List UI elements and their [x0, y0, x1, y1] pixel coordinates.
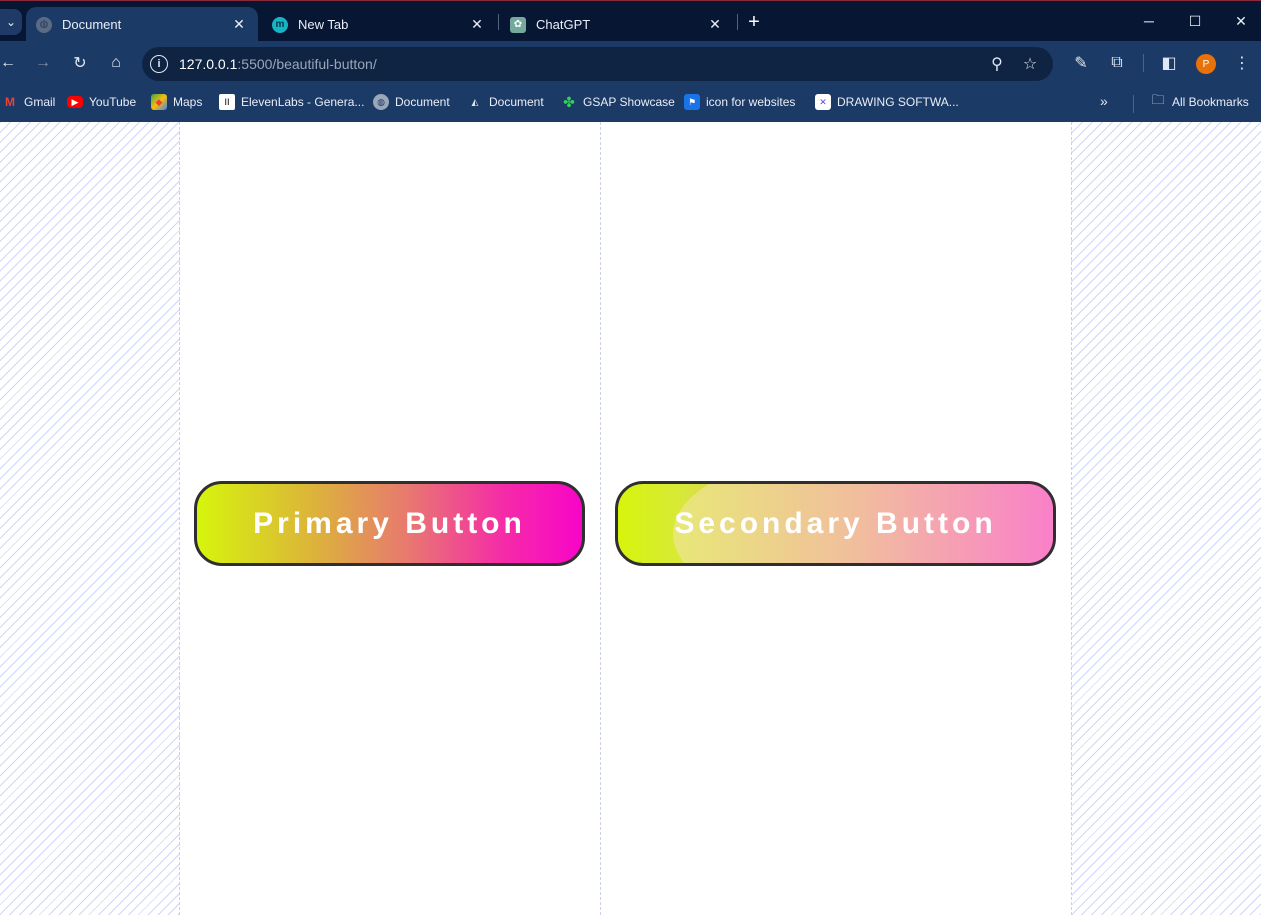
- tab-separator: [737, 14, 738, 30]
- bookmark-document-2[interactable]: ◭ Document: [467, 93, 544, 111]
- primary-button-label: Primary Button: [253, 506, 526, 540]
- close-icon[interactable]: ✕: [230, 16, 248, 34]
- folder-icon: 🗀: [1151, 92, 1165, 107]
- hatched-margin-right: [1071, 122, 1261, 915]
- tab-chatgpt[interactable]: ✿ ChatGPT ✕: [500, 7, 734, 42]
- gmail-icon: M: [5, 95, 15, 109]
- bookmark-icon-for-websites[interactable]: ⚑ icon for websites: [684, 93, 795, 111]
- url-host: 127.0.0.1: [179, 56, 238, 72]
- bookmark-star-icon[interactable]: ☆: [1020, 54, 1040, 74]
- tab-search-button[interactable]: ⌄: [0, 9, 22, 35]
- address-bar[interactable]: i 127.0.0.1:5500/beautiful-button/ ⚲ ☆: [142, 47, 1053, 81]
- bookmark-maps[interactable]: ◆ Maps: [151, 93, 202, 111]
- bookmark-label: Document: [395, 95, 450, 109]
- bookmark-label: icon for websites: [706, 95, 796, 109]
- extensions-icon[interactable]: ⧉: [1105, 51, 1129, 75]
- all-bookmarks-label: All Bookmarks: [1172, 95, 1249, 109]
- new-tab-button[interactable]: +: [743, 11, 765, 33]
- tab-document[interactable]: ◍ Document ✕: [26, 7, 258, 42]
- bookmark-label: Document: [489, 95, 544, 109]
- bookmark-document-1[interactable]: ◍ Document: [373, 93, 450, 111]
- back-button[interactable]: ←: [0, 51, 20, 75]
- elevenlabs-icon: II: [219, 94, 235, 110]
- secondary-button[interactable]: Secondary Button: [615, 481, 1056, 566]
- profile-avatar[interactable]: P: [1196, 54, 1216, 74]
- globe-icon: ◍: [373, 94, 389, 110]
- eyedropper-icon[interactable]: ✎: [1069, 51, 1093, 75]
- drawing-icon: ✕: [815, 94, 831, 110]
- url-text[interactable]: 127.0.0.1:5500/beautiful-button/: [179, 56, 377, 72]
- maps-icon: ◆: [151, 94, 167, 110]
- bookmark-gmail[interactable]: M Gmail: [2, 93, 55, 111]
- bookmark-gsap[interactable]: ✤ GSAP Showcase: [561, 93, 675, 111]
- icon-site-icon: ⚑: [684, 94, 700, 110]
- hatched-margin-left: [0, 122, 180, 915]
- toolbar-divider: [1143, 54, 1144, 72]
- tab-new-tab[interactable]: m New Tab ✕: [262, 7, 496, 42]
- close-icon[interactable]: ✕: [468, 16, 486, 34]
- all-bookmarks-folder[interactable]: 🗀 All Bookmarks: [1150, 92, 1249, 111]
- center-guide-line: [600, 122, 601, 915]
- tab-label: Document: [62, 17, 122, 32]
- bookmark-label: GSAP Showcase: [583, 95, 675, 109]
- close-icon[interactable]: ✕: [706, 16, 724, 34]
- bookmark-youtube[interactable]: ▶ YouTube: [67, 93, 136, 111]
- zoom-icon[interactable]: ⚲: [987, 54, 1007, 74]
- primary-button[interactable]: Primary Button: [194, 481, 585, 566]
- secondary-button-label: Secondary Button: [674, 506, 997, 540]
- close-window-button[interactable]: ✕: [1218, 7, 1261, 35]
- tab-label: New Tab: [298, 17, 349, 32]
- page-viewport: Primary Button Secondary Button: [0, 122, 1261, 915]
- bookmarks-bar: M Gmail ▶ YouTube ◆ Maps II ElevenLabs -…: [0, 85, 1261, 122]
- bookmark-label: Maps: [173, 95, 203, 109]
- maximize-button[interactable]: ☐: [1172, 7, 1218, 35]
- m-logo-icon: m: [272, 16, 288, 33]
- bookmark-elevenlabs[interactable]: II ElevenLabs - Genera...: [219, 93, 364, 111]
- youtube-icon: ▶: [67, 96, 83, 108]
- bookmark-label: Gmail: [24, 95, 56, 109]
- title-bar: ⌄ ◍ Document ✕ m New Tab ✕ ✿ ChatGPT ✕ +…: [0, 0, 1261, 42]
- browser-toolbar: ← → ↻ ⌂ i 127.0.0.1:5500/beautiful-butto…: [0, 41, 1261, 85]
- bookmarks-divider: [1133, 95, 1134, 113]
- home-button[interactable]: ⌂: [104, 51, 128, 75]
- tab-label: ChatGPT: [536, 17, 591, 32]
- more-bookmarks-icon[interactable]: »: [1100, 93, 1108, 109]
- bookmark-label: YouTube: [89, 95, 137, 109]
- side-panel-icon[interactable]: ◧: [1157, 51, 1181, 75]
- menu-icon[interactable]: ⋮: [1230, 51, 1254, 75]
- tab-separator: [498, 14, 499, 30]
- gsap-icon: ✤: [563, 93, 575, 110]
- url-path: :5500/beautiful-button/: [237, 56, 377, 72]
- bookmark-label: ElevenLabs - Genera...: [241, 95, 365, 109]
- globe-icon: ◍: [36, 16, 52, 33]
- bookmark-drawing-software[interactable]: ✕ DRAWING SOFTWA...: [815, 93, 959, 111]
- minimize-button[interactable]: ─: [1126, 7, 1172, 35]
- chatgpt-icon: ✿: [510, 16, 526, 33]
- site-info-icon[interactable]: i: [150, 55, 168, 73]
- bookmark-label: DRAWING SOFTWA...: [837, 95, 959, 109]
- document-icon: ◭: [471, 96, 479, 107]
- reload-button[interactable]: ↻: [68, 51, 92, 75]
- forward-button[interactable]: →: [31, 51, 55, 75]
